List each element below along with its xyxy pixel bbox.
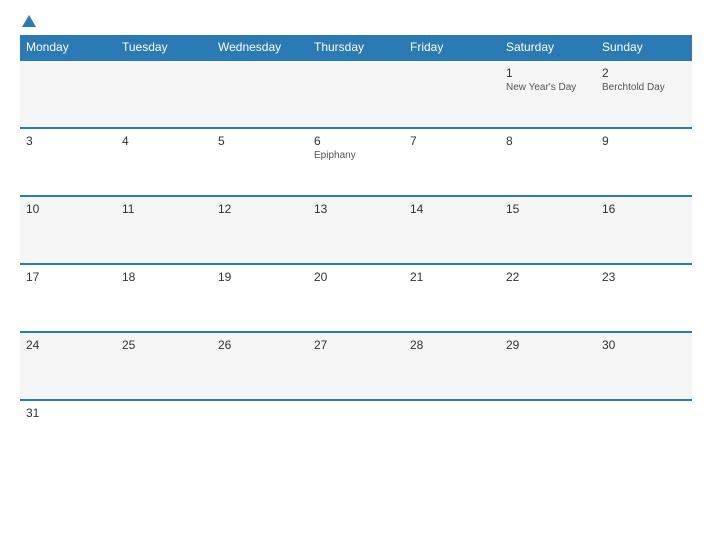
- calendar-cell: 26: [212, 332, 308, 400]
- calendar-cell: 3: [20, 128, 116, 196]
- day-number: 13: [314, 202, 398, 216]
- day-number: 12: [218, 202, 302, 216]
- calendar-page: MondayTuesdayWednesdayThursdayFridaySatu…: [0, 0, 712, 550]
- day-header-monday: Monday: [20, 35, 116, 60]
- calendar-cell: 20: [308, 264, 404, 332]
- calendar-cell: 22: [500, 264, 596, 332]
- calendar-cell: 21: [404, 264, 500, 332]
- day-number: 29: [506, 338, 590, 352]
- day-number: 31: [26, 406, 110, 420]
- holiday-label: Berchtold Day: [602, 82, 686, 93]
- day-number: 1: [506, 66, 590, 80]
- calendar-cell: 28: [404, 332, 500, 400]
- calendar-cell: [308, 400, 404, 468]
- calendar-cell: 27: [308, 332, 404, 400]
- calendar-week-row: 24 25 26 27 28 29 30: [20, 332, 692, 400]
- day-number: 27: [314, 338, 398, 352]
- calendar-cell: [596, 400, 692, 468]
- calendar-cell: 23: [596, 264, 692, 332]
- calendar-cell: 11: [116, 196, 212, 264]
- day-number: 18: [122, 270, 206, 284]
- calendar-cell: 15: [500, 196, 596, 264]
- calendar-cell: 7: [404, 128, 500, 196]
- day-number: 17: [26, 270, 110, 284]
- calendar-cell: 29: [500, 332, 596, 400]
- calendar-week-row: 10 11 12 13 14 15 16: [20, 196, 692, 264]
- day-number: 9: [602, 134, 686, 148]
- day-number: 23: [602, 270, 686, 284]
- day-header-friday: Friday: [404, 35, 500, 60]
- calendar-cell: 12: [212, 196, 308, 264]
- calendar-cell: 8: [500, 128, 596, 196]
- calendar-cell: [116, 400, 212, 468]
- calendar-cell: 16: [596, 196, 692, 264]
- day-number: 20: [314, 270, 398, 284]
- holiday-label: Epiphany: [314, 150, 398, 161]
- calendar-week-row: 1 New Year's Day 2 Berchtold Day: [20, 60, 692, 128]
- day-number: 22: [506, 270, 590, 284]
- day-header-thursday: Thursday: [308, 35, 404, 60]
- day-number: 4: [122, 134, 206, 148]
- header: [20, 15, 692, 27]
- calendar-cell: 17: [20, 264, 116, 332]
- day-number: 21: [410, 270, 494, 284]
- calendar-cell: [404, 400, 500, 468]
- calendar-table: MondayTuesdayWednesdayThursdayFridaySatu…: [20, 35, 692, 468]
- calendar-cell: 13: [308, 196, 404, 264]
- holiday-label: New Year's Day: [506, 82, 590, 93]
- day-number: 26: [218, 338, 302, 352]
- calendar-cell: [212, 400, 308, 468]
- calendar-cell: 30: [596, 332, 692, 400]
- day-number: 28: [410, 338, 494, 352]
- day-number: 25: [122, 338, 206, 352]
- calendar-cell: 4: [116, 128, 212, 196]
- day-number: 11: [122, 202, 206, 216]
- day-number: 30: [602, 338, 686, 352]
- calendar-cell: 25: [116, 332, 212, 400]
- day-number: 6: [314, 134, 398, 148]
- day-header-saturday: Saturday: [500, 35, 596, 60]
- calendar-cell: 10: [20, 196, 116, 264]
- calendar-week-row: 3456 Epiphany 789: [20, 128, 692, 196]
- day-number: 5: [218, 134, 302, 148]
- day-number: 7: [410, 134, 494, 148]
- calendar-cell: [212, 60, 308, 128]
- calendar-cell: 9: [596, 128, 692, 196]
- logo-triangle-icon: [22, 15, 36, 27]
- calendar-cell: [116, 60, 212, 128]
- calendar-cell: 14: [404, 196, 500, 264]
- days-of-week-row: MondayTuesdayWednesdayThursdayFridaySatu…: [20, 35, 692, 60]
- day-number: 19: [218, 270, 302, 284]
- calendar-cell: [308, 60, 404, 128]
- calendar-header: MondayTuesdayWednesdayThursdayFridaySatu…: [20, 35, 692, 60]
- day-number: 24: [26, 338, 110, 352]
- calendar-week-row: 31: [20, 400, 692, 468]
- day-number: 2: [602, 66, 686, 80]
- calendar-cell: 18: [116, 264, 212, 332]
- calendar-week-row: 17 18 19 20 21 22 23: [20, 264, 692, 332]
- calendar-cell: 19: [212, 264, 308, 332]
- calendar-cell: [404, 60, 500, 128]
- calendar-cell: 24: [20, 332, 116, 400]
- calendar-cell: 1 New Year's Day: [500, 60, 596, 128]
- calendar-cell: [20, 60, 116, 128]
- calendar-cell: 6 Epiphany: [308, 128, 404, 196]
- logo: [20, 15, 36, 27]
- calendar-cell: 31: [20, 400, 116, 468]
- calendar-cell: [500, 400, 596, 468]
- calendar-cell: 2 Berchtold Day: [596, 60, 692, 128]
- day-number: 10: [26, 202, 110, 216]
- day-header-sunday: Sunday: [596, 35, 692, 60]
- day-number: 15: [506, 202, 590, 216]
- calendar-body: 1 New Year's Day 2 Berchtold Day 3456 Epiphan…: [20, 60, 692, 468]
- day-number: 8: [506, 134, 590, 148]
- day-number: 14: [410, 202, 494, 216]
- calendar-cell: 5: [212, 128, 308, 196]
- day-header-wednesday: Wednesday: [212, 35, 308, 60]
- day-number: 16: [602, 202, 686, 216]
- day-header-tuesday: Tuesday: [116, 35, 212, 60]
- day-number: 3: [26, 134, 110, 148]
